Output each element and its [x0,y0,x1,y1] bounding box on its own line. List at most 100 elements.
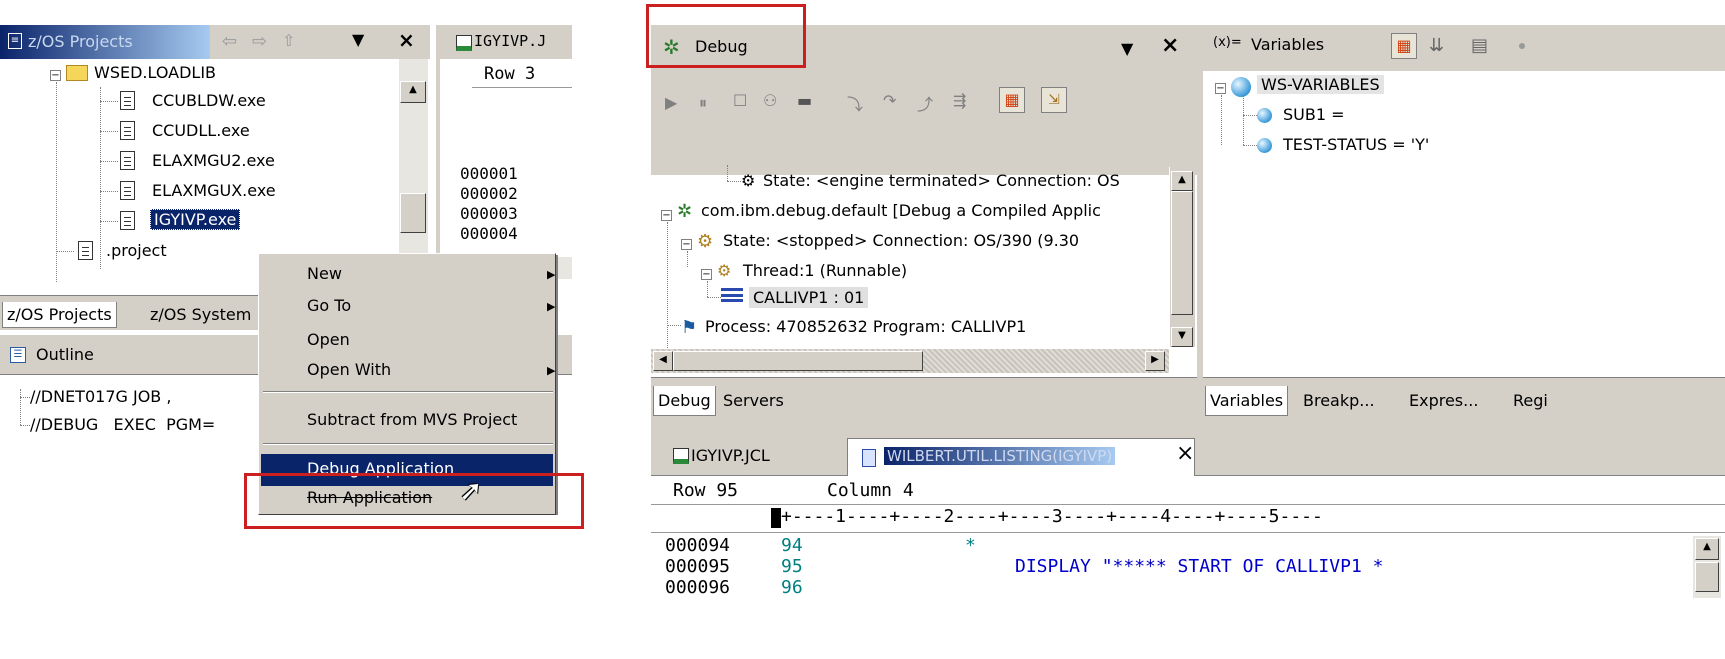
menu-item-open[interactable]: Open [307,330,557,349]
tab-debug[interactable]: Debug [653,386,716,416]
editor-column-label: Column 4 [827,480,914,501]
seq-number: 000095 [665,556,731,577]
bug-icon: ✲ [677,201,693,222]
tree-item-selected[interactable]: IGYIVP.exe [150,209,241,230]
debug-view: ✲ Debug ▼ × ▶ ⏸ ☐ ⚇ ▬ ⤵ ↷ ⤴ ⇶ ▦ ⇲ ⚯ ⚙ St… [651,25,1197,430]
menu-separator [263,391,553,393]
outline-item[interactable]: //DEBUG EXEC PGM= [30,415,215,434]
vertical-scrollbar[interactable]: ▲ [1693,536,1721,598]
tree-item[interactable]: CCUBLDW.exe [152,91,266,110]
variables-view: (x)= Variables ▦ ⇊ ▤ − WS-VARIABLES SUB1… [1203,25,1725,430]
debug-tree-item[interactable]: Process: 470852632 Program: CALLIVP1 [705,317,1026,336]
submenu-arrow-icon: ▶ [547,364,556,377]
menu-item-go-to[interactable]: Go To [307,296,557,315]
disconnect-icon[interactable]: ⚇ [763,91,777,110]
highlight-box-debug-view [646,4,806,68]
menu-down-icon[interactable]: ▼ [352,30,364,49]
editor-ruler: +----1----+----2----+----3----+----4----… [781,506,1323,527]
variable-group-icon [1231,77,1251,97]
scroll-thumb[interactable] [1171,191,1193,315]
variables-tab-bar: Variables Breakp... Expres... Regi [1203,377,1725,430]
tab-zos-projects[interactable]: z/OS Projects [2,302,117,328]
resume-icon[interactable]: ▶ [665,93,677,112]
tree-item-loadlib[interactable]: WSED.LOADLIB [94,63,216,82]
forward-icon[interactable]: ⇨ [252,31,267,52]
tab-breakpoints[interactable]: Breakp... [1303,386,1375,416]
collapse-icon[interactable]: − [50,70,61,81]
debug-tree-item[interactable]: com.ibm.debug.default [Debug a Compiled … [701,201,1101,220]
collapse-icon[interactable]: − [1215,83,1226,94]
variable-root[interactable]: WS-VARIABLES [1257,75,1384,94]
debug-tree-item[interactable]: Thread:1 (Runnable) [743,261,907,280]
debug-tree-item-selected[interactable]: CALLIVP1 : 01 [749,287,869,308]
collapse-icon[interactable]: − [661,210,672,221]
project-tree-icon: ≡ [8,33,22,49]
suspend-icon[interactable]: ⏸ [699,93,707,113]
scroll-thumb[interactable] [400,193,426,233]
folder-icon [66,65,88,81]
tree-item[interactable]: CCUDLL.exe [152,121,250,140]
scroll-down-button[interactable]: ▼ [1171,327,1193,347]
tab-servers[interactable]: Servers [723,386,784,416]
view-title-bar: ≡ z/OS Projects ⇦ ⇨ ⇧ ▼ × [0,25,430,59]
outline-icon: ☰ [10,347,26,363]
menu-down-icon[interactable]: ▼ [1121,39,1133,58]
step-into-icon[interactable]: ⤵ [847,91,863,115]
scroll-up-button[interactable]: ▲ [1171,171,1193,191]
listing-tab-label: WILBERT.UTIL.LISTING(IGYIVP) [884,447,1116,465]
variable-icon [1257,108,1272,123]
menu-separator [263,443,553,445]
editor-line: 000003 [460,204,518,223]
step-over-icon[interactable]: ↷ [883,91,896,110]
gears-icon: ⚙ [697,231,714,252]
process-icon: ⚑ [681,317,698,338]
editor-line: 000002 [460,184,518,203]
terminate-icon[interactable]: ☐ [733,91,747,110]
show-type-icon[interactable]: ▤ [1471,35,1488,56]
tab-igyivp-jcl[interactable]: IGYIVP.JCL [691,446,770,465]
close-icon[interactable]: × [1161,33,1179,58]
up-icon[interactable]: ⇧ [282,31,295,50]
source-text[interactable]: * [965,536,976,556]
source-text[interactable]: DISPLAY "***** START OF CALLIVP1 * [1015,557,1383,577]
variable-item[interactable]: SUB1 = [1283,105,1345,124]
menu-item-open-with[interactable]: Open With [307,360,557,379]
seq-number: 000096 [665,577,731,598]
grid-icon[interactable]: ▦ [999,87,1025,113]
variables-icon: (x)= [1213,35,1242,50]
menu-item-new[interactable]: New [307,264,557,283]
remove-terminated-icon[interactable]: ▬ [797,91,812,110]
collapse-icon[interactable]: − [701,269,712,280]
close-icon[interactable]: × [1176,441,1194,466]
scroll-up-button[interactable]: ▲ [400,81,426,103]
close-icon[interactable]: × [398,28,415,52]
tree-item[interactable]: ELAXMGUX.exe [152,181,276,200]
file-icon [120,151,135,170]
debug-tree-item[interactable]: State: <engine terminated> Connection: O… [763,171,1120,190]
tab-variables[interactable]: Variables [1205,386,1289,416]
layout-icon[interactable]: ▦ [1391,33,1417,59]
back-icon[interactable]: ⇦ [222,31,237,52]
tab-expressions[interactable]: Expres... [1409,386,1478,416]
tab-listing-active[interactable]: WILBERT.UTIL.LISTING(IGYIVP) × [847,438,1195,476]
outline-item[interactable]: //DNET017G JOB , [30,387,171,406]
variable-item[interactable]: TEST-STATUS = 'Y' [1283,135,1429,154]
thread-icon: ⚙ [717,261,732,280]
horizontal-scrollbar[interactable]: ◀ ▶ [651,349,1169,373]
animated-step-icon[interactable]: ⇶ [953,91,966,110]
collapse-icon[interactable]: − [681,239,692,250]
tab-zos-systems[interactable]: z/OS System [150,302,251,328]
tab-registers[interactable]: Regi [1513,386,1548,416]
view-title: z/OS Projects [28,32,133,51]
menu-item-subtract[interactable]: Subtract from MVS Project [307,410,557,429]
tree-item[interactable]: .project [106,241,167,260]
step-return-icon[interactable]: ⤴ [917,91,933,115]
tree-item[interactable]: ELAXMGU2.exe [152,151,275,170]
file-icon [120,211,135,230]
monitor-icon[interactable]: ⇲ [1041,87,1067,113]
collapse-all-icon[interactable]: ⇊ [1429,35,1444,56]
debug-tree-item[interactable]: State: <stopped> Connection: OS/390 (9.3… [723,231,1079,250]
editor-line: 000001 [460,164,518,183]
editor-tab-label[interactable]: IGYIVP.J [474,32,546,50]
debug-tab-bar: Debug Servers [651,377,1197,430]
